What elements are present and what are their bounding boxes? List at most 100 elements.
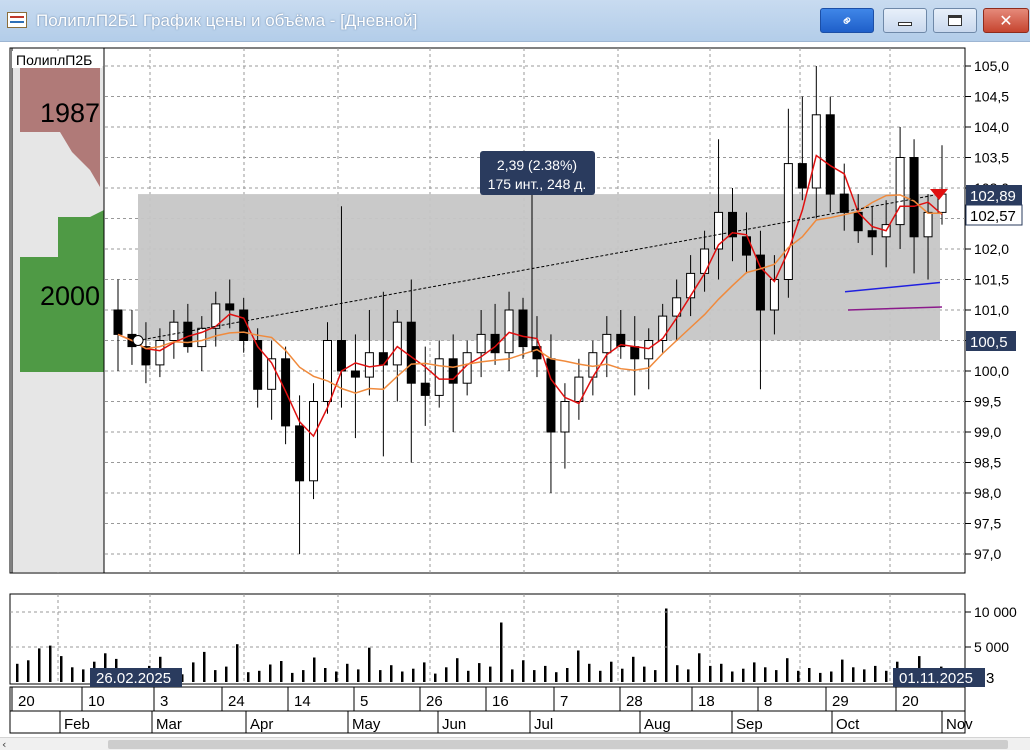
volume-bar <box>885 670 888 682</box>
candle-body <box>769 279 779 311</box>
month-label: Mar <box>156 716 182 733</box>
month-label: Apr <box>250 716 273 733</box>
candle-body <box>309 401 319 482</box>
measure-start-point <box>132 335 144 346</box>
day-label: 24 <box>228 693 245 710</box>
y-axis-tick-label: 101,5 <box>974 272 1009 288</box>
candle-body <box>476 333 486 354</box>
volume-bar <box>566 668 569 682</box>
volume-bar <box>478 663 481 682</box>
y-axis-tick-label: 98,5 <box>974 455 1001 471</box>
volume-bar <box>324 668 327 682</box>
y-axis-tick-label: 99,0 <box>974 424 1001 440</box>
title-bar: ПолиплП2Б1 График цены и объёма - [Дневн… <box>0 0 1030 42</box>
candle-body <box>253 340 263 390</box>
volume-bar <box>687 669 690 682</box>
volume-bar <box>346 663 349 682</box>
y-axis-tick-label: 97,0 <box>974 546 1001 562</box>
price-volume-chart[interactable]: 10 0005 000 105,0104,5104,0103,5103,0102… <box>0 42 1030 750</box>
window-title: ПолиплП2Б1 График цены и объёма - [Дневн… <box>36 11 418 30</box>
month-label: Feb <box>64 716 90 733</box>
profile-label-lower: 2000 <box>40 281 100 311</box>
volume-bar <box>731 671 734 682</box>
volume-bar <box>335 671 338 682</box>
candle-body <box>225 303 235 311</box>
volume-bar <box>643 666 646 682</box>
minimize-button[interactable] <box>883 8 927 33</box>
candle-body <box>923 211 933 238</box>
volume-bar <box>258 670 261 682</box>
volume-bar <box>599 670 602 682</box>
day-label: 20 <box>18 693 35 710</box>
volume-bar <box>764 667 767 682</box>
profile-label-upper: 1987 <box>40 98 100 128</box>
volume-bar <box>500 622 503 682</box>
volume-bar <box>522 660 525 682</box>
volume-bar <box>544 665 547 682</box>
day-label: 20 <box>902 693 919 710</box>
volume-bar <box>489 666 492 682</box>
volume-bar <box>775 670 778 682</box>
volume-bar <box>60 656 63 682</box>
candle-body <box>658 315 668 342</box>
chart-window-icon[interactable] <box>7 12 27 28</box>
close-button[interactable]: ✕ <box>983 8 1029 33</box>
volume-bar <box>654 670 657 682</box>
volume-bar <box>863 669 866 682</box>
candle-body <box>560 401 570 433</box>
volume-bar <box>632 656 635 682</box>
horizontal-scrollbar[interactable]: ‹ <box>0 737 1030 750</box>
scroll-left-icon[interactable]: ‹ <box>2 738 6 750</box>
day-label: 5 <box>360 693 368 710</box>
day-label: 8 <box>764 693 772 710</box>
month-label: Jul <box>534 716 553 733</box>
volume-bar <box>313 657 316 682</box>
volume-bar <box>247 672 250 682</box>
time-axis-frame <box>9 686 966 734</box>
second-price-label: 102,57 <box>970 208 1016 225</box>
day-label: 26 <box>426 693 443 710</box>
volume-bar <box>808 668 811 682</box>
day-label: 18 <box>698 693 715 710</box>
candle-body <box>909 157 919 238</box>
candle-body <box>113 309 123 335</box>
day-label: 29 <box>832 693 849 710</box>
month-label: Oct <box>836 716 860 733</box>
volume-bar <box>82 669 85 682</box>
maximize-icon <box>948 15 962 26</box>
volume-bar <box>192 662 195 682</box>
volume-axis-tick-label: 5 000 <box>974 639 1009 655</box>
volume-bar <box>555 672 558 682</box>
range-low-label: 100,5 <box>970 334 1008 351</box>
volume-bar <box>49 645 52 682</box>
maximize-button[interactable] <box>933 8 977 33</box>
volume-bar <box>423 662 426 682</box>
volume-bar <box>236 644 239 682</box>
chart-area[interactable]: 10 0005 000 105,0104,5104,0103,5103,0102… <box>0 42 1030 750</box>
volume-bar <box>456 658 459 682</box>
link-button[interactable]: ⚭ <box>820 8 874 33</box>
volume-bar <box>203 651 206 682</box>
volume-bar <box>291 672 294 682</box>
volume-bar <box>676 665 679 682</box>
candle-body <box>336 340 346 372</box>
volume-bar <box>786 658 789 682</box>
volume-bar <box>368 647 371 682</box>
volume-start-date: 26.02.2025 <box>96 670 171 687</box>
candle-body <box>295 425 305 482</box>
candle-body <box>811 114 821 189</box>
candle-body <box>602 333 612 354</box>
ticker-label: ПолиплП2Б <box>16 52 92 68</box>
day-label: 7 <box>560 693 568 710</box>
volume-bar <box>16 663 19 682</box>
measure-tooltip-line1: 2,39 (2.38%) <box>497 157 577 173</box>
candle-body <box>350 370 360 378</box>
volume-bar <box>412 668 415 682</box>
scrollbar-thumb[interactable] <box>108 740 1008 749</box>
candle-body <box>686 272 696 299</box>
volume-bar <box>280 661 283 682</box>
candle-body <box>155 340 165 366</box>
month-label: Jun <box>442 716 466 733</box>
day-label: 28 <box>626 693 643 710</box>
candle-body <box>392 321 402 366</box>
